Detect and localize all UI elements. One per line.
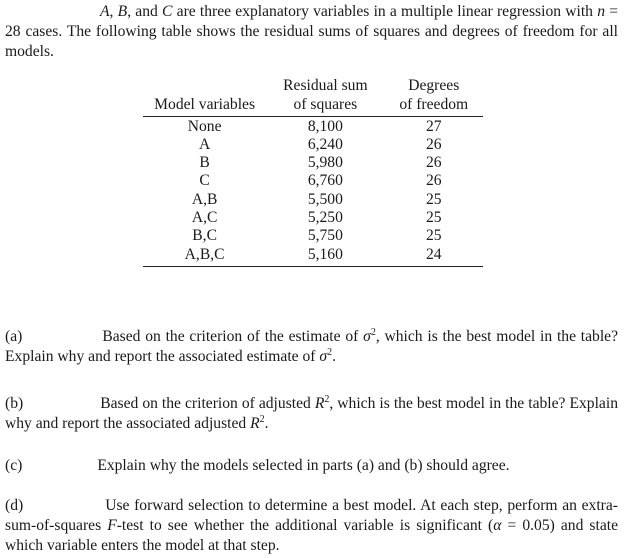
question-d-label: (d) xyxy=(5,497,24,514)
table-row: A,B 5,500 25 xyxy=(143,191,483,209)
variable-c: C xyxy=(162,3,173,20)
question-c-label: (c) xyxy=(5,457,23,474)
sigma-symbol: σ xyxy=(319,348,328,365)
table-row: C 6,760 26 xyxy=(143,172,483,190)
question-b-label: (b) xyxy=(5,395,24,412)
header-df-line2: of freedom xyxy=(384,96,483,117)
r-symbol: R xyxy=(250,415,260,432)
question-a: (a) Based on the criterion of the estimat… xyxy=(5,327,618,366)
header-rss-line2: of squares xyxy=(266,96,385,117)
table-row: A,B,C 5,160 24 xyxy=(143,245,483,267)
sigma-symbol: σ xyxy=(363,328,371,345)
cell-rss: 8,100 xyxy=(307,117,343,135)
header-rss-line1: Residual sum xyxy=(283,77,368,94)
f-symbol: F xyxy=(107,517,117,534)
cell-df: 25 xyxy=(425,190,442,208)
n-symbol: n xyxy=(597,3,605,20)
cell-df: 24 xyxy=(384,245,483,267)
cell-model: A xyxy=(198,135,211,153)
header-df-line1: Degrees xyxy=(408,77,460,94)
cell-df: 26 xyxy=(425,135,442,153)
cell-rss: 6,760 xyxy=(307,172,343,190)
intro-paragraph: A, B, and C are three explanatory variab… xyxy=(5,3,619,60)
cell-model: None xyxy=(187,117,222,135)
table-row: A 6,240 26 xyxy=(143,136,483,154)
cell-df: 26 xyxy=(425,172,442,190)
variable-b: B xyxy=(117,3,128,20)
cell-model: B xyxy=(199,154,210,172)
question-d: (d) Use forward selection to determine a … xyxy=(5,497,618,554)
cell-model: B,C xyxy=(192,227,217,245)
cell-model: C xyxy=(199,172,210,190)
cell-rss: 5,750 xyxy=(307,227,343,245)
cell-rss: 6,240 xyxy=(307,135,343,153)
cell-df: 26 xyxy=(425,154,442,172)
question-c: (c) Explain why the models selected in pa… xyxy=(5,457,510,474)
table-row: B,C 5,750 25 xyxy=(143,227,483,245)
cell-rss: 5,250 xyxy=(307,209,343,227)
question-a-label: (a) xyxy=(5,328,23,345)
table-row: None 8,100 27 xyxy=(143,116,483,136)
cell-rss: 5,160 xyxy=(266,245,385,267)
cell-rss: 5,980 xyxy=(307,154,343,172)
question-b: (b) Based on the criterion of adjusted R2… xyxy=(5,394,618,433)
table-row: A,C 5,250 25 xyxy=(143,209,483,227)
rss-table: Residual sum Degrees Model variables of … xyxy=(143,77,483,267)
header-model-variables: Model variables xyxy=(143,96,267,117)
cell-df: 27 xyxy=(425,117,442,135)
variable-a: A xyxy=(100,3,110,20)
document-page: A, B, and C are three explanatory variab… xyxy=(0,0,624,558)
cell-df: 25 xyxy=(425,227,442,245)
cell-df: 25 xyxy=(425,209,442,227)
cell-rss: 5,500 xyxy=(307,190,343,208)
cell-model: A,B xyxy=(191,190,218,208)
r-symbol: R xyxy=(314,395,325,412)
cell-model: A,C xyxy=(191,209,218,227)
table-row: B 5,980 26 xyxy=(143,154,483,172)
cell-model: A,B,C xyxy=(143,245,267,267)
